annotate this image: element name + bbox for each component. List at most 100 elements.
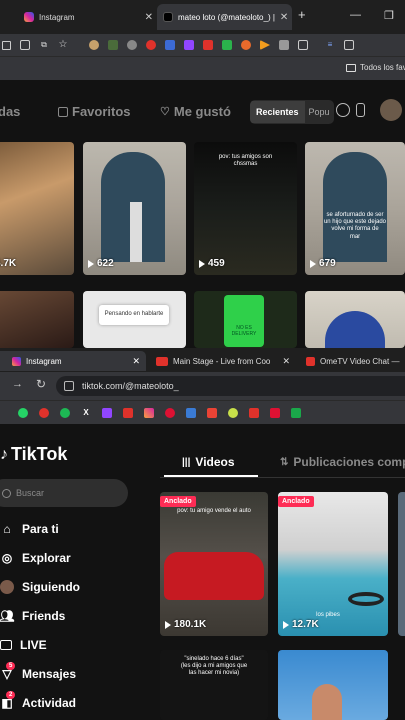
tab-ometv[interactable]: OmeTV Video Chat — bbox=[300, 351, 405, 371]
tab-publicaciones[interactable]: ⇅ Publicaciones comp bbox=[280, 455, 405, 469]
activity-icon: ◧ 2 bbox=[0, 691, 16, 710]
nav-siguiendo[interactable]: Siguiendo bbox=[0, 580, 80, 594]
nav-live[interactable]: LIVE bbox=[0, 638, 47, 652]
sort-popular-button[interactable]: Popu bbox=[305, 101, 334, 123]
video-card[interactable] bbox=[0, 291, 74, 348]
video-card[interactable]: Pensando en hablarte bbox=[83, 291, 186, 348]
tiktok-icon bbox=[163, 12, 173, 22]
bookmark-red-icon[interactable] bbox=[39, 407, 49, 418]
tab-instagram[interactable]: Instagram ✕ bbox=[0, 4, 159, 30]
search-input[interactable]: Buscar bbox=[0, 479, 128, 507]
restore-icon[interactable]: ❐ bbox=[384, 9, 394, 22]
extension-play-icon[interactable] bbox=[260, 40, 270, 50]
spotify-icon[interactable] bbox=[60, 407, 70, 418]
video-card[interactable]: NO ES DELIVERY bbox=[194, 291, 297, 348]
close-icon[interactable]: ✕ bbox=[132, 356, 140, 367]
screenshot-icon[interactable] bbox=[20, 40, 30, 50]
tab-search-icon[interactable] bbox=[2, 40, 11, 50]
video-card[interactable] bbox=[305, 291, 405, 348]
extension-check-icon[interactable] bbox=[222, 40, 232, 50]
nav-label: Explorar bbox=[22, 551, 71, 565]
close-icon[interactable]: ✕ bbox=[282, 356, 290, 367]
cast-icon[interactable]: ⧉ bbox=[39, 40, 49, 50]
instagram-bookmark-icon[interactable] bbox=[144, 407, 154, 418]
sidepanel-icon[interactable] bbox=[344, 40, 354, 50]
whatsapp-icon[interactable] bbox=[18, 407, 28, 418]
tab-partial[interactable]: das bbox=[0, 104, 20, 119]
avatar[interactable] bbox=[380, 99, 402, 121]
sort-recent-button[interactable]: Recientes bbox=[250, 101, 305, 123]
close-icon[interactable]: ✕ bbox=[280, 12, 288, 23]
pinterest-icon[interactable] bbox=[165, 407, 175, 418]
x-twitter-icon[interactable]: X bbox=[81, 408, 91, 418]
extension-globe-icon[interactable] bbox=[127, 40, 137, 50]
video-card[interactable]: Anclado pov: tu amigo vende el auto 180.… bbox=[160, 492, 268, 636]
folder-icon bbox=[346, 63, 356, 72]
bookmark-red2-icon[interactable] bbox=[270, 407, 280, 418]
extension-flag-icon[interactable]: ≡ bbox=[325, 40, 335, 50]
tab-main-stage[interactable]: Main Stage - Live from Coo ✕ bbox=[150, 351, 296, 371]
youtube-bookmark2-icon[interactable] bbox=[249, 407, 259, 418]
tab-tiktok-profile[interactable]: mateo loto (@mateoloto_) | ✕ bbox=[157, 4, 292, 30]
tab-label: OmeTV Video Chat — bbox=[320, 356, 400, 366]
video-card[interactable]: Anclado los pibes 12.7K bbox=[278, 492, 388, 636]
bookmarks-bar: Todos los fav bbox=[0, 56, 405, 80]
nav-actividad[interactable]: ◧ 2 Actividad bbox=[0, 691, 76, 710]
tab-divider bbox=[160, 477, 405, 478]
extension-cookie-icon[interactable] bbox=[89, 40, 99, 50]
extension-red2-icon[interactable] bbox=[203, 40, 213, 50]
bookmark-icon bbox=[58, 106, 68, 117]
bookmark-green2-icon[interactable] bbox=[291, 407, 301, 418]
view-count-text: 679 bbox=[319, 258, 336, 269]
video-card[interactable]: 622 bbox=[83, 142, 186, 275]
video-card[interactable] bbox=[398, 492, 405, 636]
following-icon bbox=[0, 580, 14, 594]
extension-translate-icon[interactable] bbox=[165, 40, 175, 50]
bookmark-star-icon[interactable]: ☆ bbox=[58, 40, 68, 50]
video-card[interactable]: 5.7K bbox=[0, 142, 74, 275]
video-card[interactable]: se aforturnado de ser un hijo que este d… bbox=[305, 142, 405, 275]
extension-grey-icon[interactable] bbox=[279, 40, 289, 50]
nav-friends[interactable]: 👥︎ Friends bbox=[0, 609, 65, 623]
site-info-icon[interactable] bbox=[64, 381, 74, 391]
person-shape bbox=[312, 684, 342, 720]
extensions-puzzle-icon[interactable] bbox=[298, 40, 308, 50]
content-tabs: ||| Videos ⇅ Publicaciones comp bbox=[160, 448, 405, 478]
extension-orange-icon[interactable] bbox=[241, 40, 251, 50]
video-card[interactable]: pov: tus amigos son chssmas 459 bbox=[194, 142, 297, 275]
tab-instagram[interactable]: Instagram ✕ bbox=[0, 351, 146, 371]
tab-favorites[interactable]: Favoritos bbox=[58, 104, 131, 119]
nav-mensajes[interactable]: ▽ 5 Mensajes bbox=[0, 662, 76, 681]
play-icon bbox=[199, 259, 205, 268]
play-icon bbox=[283, 620, 289, 629]
youtube-bookmark-icon[interactable] bbox=[123, 407, 133, 418]
extension-twitch-icon[interactable] bbox=[184, 40, 194, 50]
video-card[interactable]: "sinelado hace 6 días" (les dijo a mi am… bbox=[160, 650, 268, 720]
view-count-text: 12.7K bbox=[292, 619, 319, 630]
view-count: 459 bbox=[199, 258, 225, 269]
extension-red-icon[interactable] bbox=[146, 40, 156, 50]
screen: Instagram ✕ mateo loto (@mateoloto_) | ✕… bbox=[0, 0, 405, 720]
video-card[interactable] bbox=[278, 650, 388, 720]
reload-icon[interactable]: ↻ bbox=[36, 377, 46, 391]
top-browser-window: Instagram ✕ mateo loto (@mateoloto_) | ✕… bbox=[0, 0, 405, 348]
bookmark-folder-all[interactable]: Todos los fav bbox=[346, 63, 405, 72]
tab-liked[interactable]: ♡ Me gustó bbox=[160, 104, 231, 119]
new-tab-button[interactable]: + bbox=[298, 7, 306, 22]
url-field[interactable]: tiktok.com/@mateoloto_ bbox=[56, 376, 405, 396]
close-icon[interactable]: ✕ bbox=[145, 12, 153, 23]
tiktok-note-icon: ♪ bbox=[0, 445, 8, 463]
bookmark-blue-icon[interactable] bbox=[186, 407, 196, 418]
minimize-icon[interactable]: — bbox=[350, 9, 361, 21]
tiktok-logo[interactable]: ♪ TikTok bbox=[0, 444, 67, 465]
nav-explorar[interactable]: ◎ Explorar bbox=[0, 551, 71, 565]
tab-videos[interactable]: ||| Videos bbox=[182, 455, 235, 469]
forward-icon[interactable]: → bbox=[12, 378, 23, 390]
phone-icon[interactable] bbox=[356, 103, 365, 117]
extension-leaf-icon[interactable] bbox=[108, 40, 118, 50]
twitch-icon[interactable] bbox=[102, 407, 112, 418]
compass-icon[interactable] bbox=[336, 103, 350, 117]
gmail-icon[interactable] bbox=[207, 407, 217, 418]
bookmark-green-icon[interactable] bbox=[228, 407, 238, 418]
nav-para-ti[interactable]: ⌂ Para ti bbox=[0, 522, 58, 536]
